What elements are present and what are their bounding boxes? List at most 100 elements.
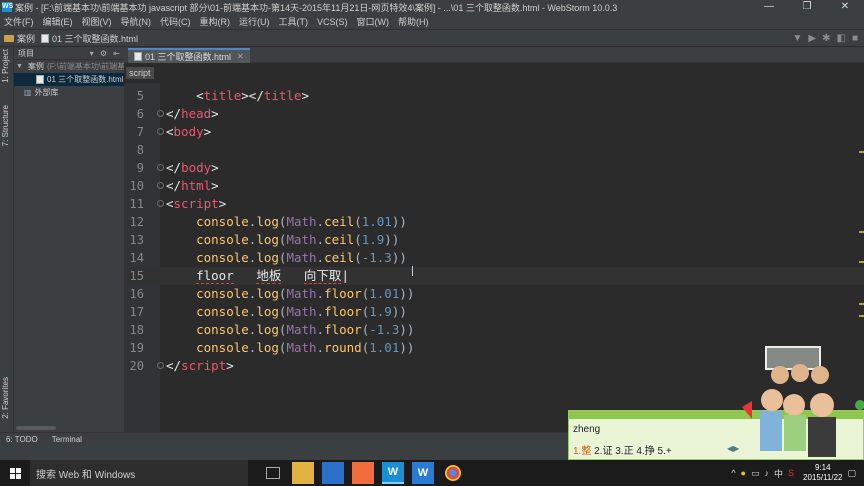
stop-icon[interactable]: ■: [852, 33, 858, 44]
menu-refactor[interactable]: 重构(R): [200, 15, 231, 28]
code-line[interactable]: 11 <script>: [124, 195, 864, 213]
tree-item-label: 外部库: [34, 88, 59, 97]
context-tag[interactable]: script: [126, 67, 154, 79]
code-text: <body>: [166, 124, 212, 139]
horizontal-scrollbar[interactable]: [16, 426, 56, 430]
code-text: console.log(Math.ceil(1.01)): [196, 214, 407, 229]
line-number: 15: [129, 269, 144, 283]
clock-time: 9:14: [814, 463, 831, 472]
sogou-ime-icon[interactable]: S: [788, 468, 794, 478]
favorites-tool-tab[interactable]: 2: Favorites: [1, 377, 10, 419]
fold-marker-icon[interactable]: [157, 182, 164, 189]
editor-tab[interactable]: 01 三个取整函数.html ✕: [128, 48, 250, 63]
menu-code[interactable]: 代码(C): [160, 15, 191, 28]
windows-logo-icon: [9, 467, 21, 479]
structure-tool-tab[interactable]: 7: Structure: [1, 105, 10, 146]
line-number: 14: [129, 251, 144, 265]
tree-item-external-libraries[interactable]: ▥ 外部库: [14, 86, 124, 99]
network-icon[interactable]: ▭: [751, 468, 760, 479]
code-text: console.log(Math.ceil(-1.3)): [196, 250, 407, 265]
ime-page-arrows-icon[interactable]: ◀▶: [727, 444, 739, 453]
todo-tool-tab[interactable]: 6: TODO: [6, 435, 38, 444]
project-view-selector[interactable]: 项目: [18, 48, 34, 59]
code-line[interactable]: 13 console.log(Math.ceil(1.9)): [124, 231, 864, 249]
ime-candidate[interactable]: 4.挣: [636, 446, 654, 457]
run-config-dropdown-icon[interactable]: ▼: [793, 33, 803, 44]
webstorm-taskbar-icon[interactable]: W: [382, 462, 404, 484]
volume-icon[interactable]: ♪: [765, 468, 770, 478]
app-icon[interactable]: [352, 462, 374, 484]
code-line[interactable]: 5 <title></title>: [124, 87, 864, 105]
menu-vcs[interactable]: VCS(S): [317, 17, 348, 27]
close-button[interactable]: ✕: [826, 0, 864, 14]
windows-taskbar: 搜索 Web 和 Windows W W ^ ● ▭ ♪ 中 S 9:14 20…: [0, 460, 864, 486]
tree-item-path: (F:\前端基本功\前端基: [46, 62, 124, 71]
fold-marker-icon[interactable]: [157, 110, 164, 117]
close-tab-icon[interactable]: ✕: [237, 52, 244, 61]
start-button[interactable]: [0, 460, 30, 486]
chrome-icon[interactable]: [445, 465, 461, 481]
menu-run[interactable]: 运行(U): [239, 15, 270, 28]
ime-candidate[interactable]: 5.+: [658, 446, 672, 457]
ime-candidate[interactable]: 1.整: [573, 446, 591, 457]
show-hidden-icons-icon[interactable]: ^: [731, 468, 735, 478]
ime-language-indicator[interactable]: 中: [774, 467, 783, 480]
taskbar-clock[interactable]: 9:14 2015/11/22: [803, 463, 842, 483]
line-number: 8: [136, 143, 144, 157]
code-line-current[interactable]: 15 floor 地板 向下取|: [124, 267, 864, 285]
menu-file[interactable]: 文件(F): [4, 15, 34, 28]
tree-item-project-root[interactable]: ▼ 案例 (F:\前端基本功\前端基: [14, 60, 124, 73]
code-line[interactable]: 17 console.log(Math.floor(1.9)): [124, 303, 864, 321]
task-view-icon[interactable]: [266, 467, 280, 479]
html-file-icon: [36, 75, 44, 84]
store-icon[interactable]: [322, 462, 344, 484]
menu-tools[interactable]: 工具(T): [279, 15, 309, 28]
html-file-icon: [41, 33, 50, 43]
line-number: 13: [129, 233, 144, 247]
code-line[interactable]: 10 </html>: [124, 177, 864, 195]
line-number: 10: [129, 179, 144, 193]
code-line[interactable]: 9 </body>: [124, 159, 864, 177]
breadcrumb-file[interactable]: 01 三个取整函数.html: [41, 32, 138, 45]
tray-app-icon[interactable]: ●: [741, 468, 746, 478]
code-line[interactable]: 18 console.log(Math.floor(-1.3)): [124, 321, 864, 339]
clock-date: 2015/11/22: [803, 473, 843, 482]
menu-view[interactable]: 视图(V): [82, 15, 112, 28]
maximize-button[interactable]: ❐: [788, 0, 826, 14]
run-icon[interactable]: ▶: [808, 33, 816, 44]
breadcrumb-folder[interactable]: 案例: [4, 32, 35, 45]
fold-marker-icon[interactable]: [157, 362, 164, 369]
fold-marker-icon[interactable]: [157, 128, 164, 135]
line-number: 20: [129, 359, 144, 373]
coverage-icon[interactable]: ◧: [837, 33, 846, 44]
code-line[interactable]: 12 console.log(Math.ceil(1.01)): [124, 213, 864, 231]
menu-help[interactable]: 帮助(H): [398, 15, 429, 28]
tree-item-file[interactable]: 01 三个取整函数.html: [14, 73, 124, 86]
expand-arrow-icon[interactable]: ▼: [16, 63, 23, 70]
menu-window[interactable]: 窗口(W): [357, 15, 390, 28]
code-line[interactable]: 16 console.log(Math.floor(1.01)): [124, 285, 864, 303]
code-line[interactable]: 14 console.log(Math.ceil(-1.3)): [124, 249, 864, 267]
html-file-icon: [134, 52, 142, 61]
code-line[interactable]: 6 </head>: [124, 105, 864, 123]
debug-icon[interactable]: ✱: [822, 33, 830, 44]
ime-candidate[interactable]: 2.证: [594, 446, 612, 457]
menu-edit[interactable]: 编辑(E): [43, 15, 73, 28]
project-tool-tab[interactable]: 1: Project: [1, 49, 10, 83]
menu-navigate[interactable]: 导航(N): [121, 15, 152, 28]
minimize-button[interactable]: —: [750, 0, 788, 14]
code-text: </html>: [166, 178, 219, 193]
notification-icon[interactable]: ▢: [847, 468, 856, 479]
ime-candidate[interactable]: 3.正: [615, 446, 633, 457]
code-line[interactable]: 8: [124, 141, 864, 159]
fold-marker-icon[interactable]: [157, 200, 164, 207]
code-text: console.log(Math.ceil(1.9)): [196, 232, 400, 247]
file-explorer-icon[interactable]: [292, 462, 314, 484]
project-panel-actions-icon[interactable]: ▾ ⚙ ⇤: [90, 49, 124, 58]
code-line[interactable]: 7 <body>: [124, 123, 864, 141]
taskbar-search-box[interactable]: 搜索 Web 和 Windows: [30, 460, 248, 486]
webstorm-taskbar-icon-2[interactable]: W: [412, 462, 434, 484]
terminal-tool-tab[interactable]: Terminal: [52, 435, 82, 444]
webstorm-logo-icon: WS: [2, 2, 14, 12]
fold-marker-icon[interactable]: [157, 164, 164, 171]
